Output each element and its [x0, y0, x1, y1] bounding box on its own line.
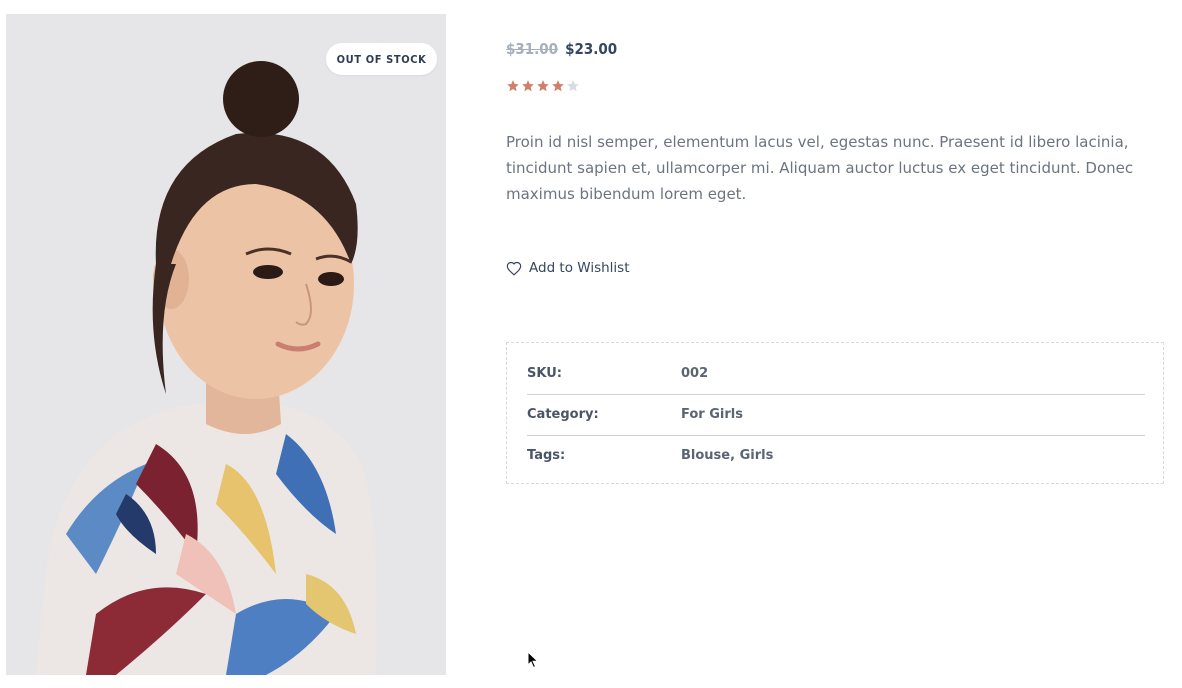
star-filled-icon — [507, 80, 519, 92]
star-filled-icon — [552, 80, 564, 92]
mouse-cursor-icon — [527, 650, 539, 673]
tags-label: Tags: — [527, 448, 566, 463]
sku-value: 002 — [681, 366, 709, 381]
product-page: OUT OF STOCK $31.00 $23.00 Proin id nisl … — [0, 0, 1182, 688]
meta-row-tags: Tags: Blouse, Girls — [527, 435, 1145, 476]
price: $31.00 $23.00 — [506, 40, 617, 58]
sku-label: SKU: — [527, 366, 562, 381]
meta-row-category: Category: For Girls — [527, 394, 1145, 436]
product-image[interactable]: OUT OF STOCK — [6, 14, 446, 675]
stock-badge: OUT OF STOCK — [326, 43, 437, 75]
wishlist-label: Add to Wishlist — [529, 260, 630, 276]
add-to-wishlist-button[interactable]: Add to Wishlist — [506, 260, 630, 276]
price-old: $31.00 — [506, 40, 559, 58]
star-rating — [506, 79, 580, 93]
price-current: $23.00 — [565, 40, 618, 58]
category-link[interactable]: For Girls — [681, 407, 743, 422]
star-filled-icon — [522, 80, 534, 92]
star-filled-icon — [537, 80, 549, 92]
meta-row-sku: SKU: 002 — [527, 353, 1145, 395]
product-meta: SKU: 002 Category: For Girls Tags: Blous… — [506, 342, 1164, 484]
product-photo-illustration — [6, 14, 446, 675]
tags-links[interactable]: Blouse, Girls — [681, 448, 773, 463]
star-empty-icon — [567, 80, 579, 92]
category-label: Category: — [527, 407, 599, 422]
heart-icon — [506, 261, 522, 276]
product-description: Proin id nisl semper, elementum lacus ve… — [506, 133, 1134, 203]
